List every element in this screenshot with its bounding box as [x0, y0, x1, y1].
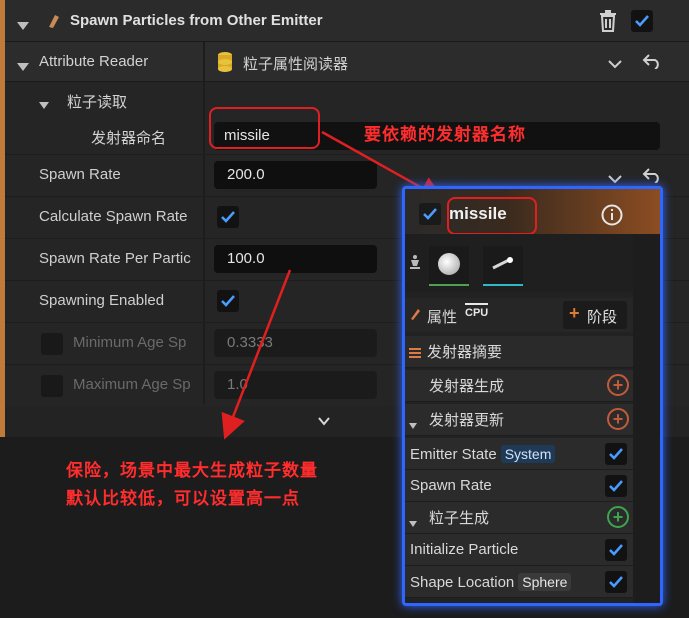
info-icon[interactable]: [601, 204, 623, 230]
plus-icon: +: [569, 303, 580, 323]
node-spawn-rate-label: Spawn Rate: [410, 477, 492, 494]
emitter-toolbar: 属性 CPU + 阶段: [405, 298, 633, 332]
emitter-node[interactable]: missile 属性 CPU + 阶段 发射器摘要 发射器生成 + 发射器更新 …: [402, 186, 663, 606]
initialize-particle-row[interactable]: Initialize Particle: [405, 534, 633, 566]
spawn-note-line2: 默认比较低，可以设置高一点: [66, 489, 300, 509]
emitter-state-label: Emitter State System: [410, 444, 556, 463]
particle-spawn-label: 粒子生成: [429, 510, 490, 527]
emitter-update-row[interactable]: 发射器更新 +: [405, 404, 633, 436]
spawn-note-line1: 保险，场景中最大生成粒子数量: [66, 461, 318, 481]
node-side-strip: [633, 234, 660, 603]
node-spawn-rate-row[interactable]: Spawn Rate: [405, 470, 633, 502]
list-icon: [409, 346, 421, 363]
particle-spawn-row[interactable]: 粒子生成 +: [405, 502, 633, 534]
renderer-icon: [409, 254, 421, 274]
add-module-icon[interactable]: +: [607, 374, 629, 396]
add-module-icon[interactable]: +: [607, 408, 629, 430]
ribbon-thumbnail[interactable]: [483, 246, 523, 286]
collapse-arrow-icon[interactable]: [409, 416, 417, 433]
ribbon-icon: [492, 257, 513, 270]
initialize-particle-checkbox[interactable]: [605, 539, 627, 561]
sphere-icon: [438, 253, 460, 275]
sprite-thumbnail[interactable]: [429, 246, 469, 286]
initialize-particle-label: Initialize Particle: [410, 541, 519, 558]
emitter-summary-label: 发射器摘要: [427, 344, 503, 361]
emitter-spawn-row[interactable]: 发射器生成 +: [405, 370, 633, 402]
emitter-name-annotation: 要依赖的发射器名称: [364, 125, 526, 145]
emitter-summary-row[interactable]: 发射器摘要: [405, 336, 633, 368]
emitter-update-label: 发射器更新: [429, 412, 505, 429]
emitter-state-checkbox[interactable]: [605, 443, 627, 465]
add-stage-button[interactable]: + 阶段: [563, 301, 627, 329]
stage-label: 阶段: [587, 309, 618, 326]
node-spawn-rate-checkbox[interactable]: [605, 475, 627, 497]
add-module-icon[interactable]: +: [607, 506, 629, 528]
collapse-arrow-icon[interactable]: [409, 514, 417, 531]
cpu-label: CPU: [465, 303, 489, 319]
highlight-emitter-title: [447, 197, 537, 235]
emitter-state-badge: System: [500, 444, 556, 463]
emitter-state-row[interactable]: Emitter State System: [405, 438, 633, 470]
shape-location-checkbox[interactable]: [605, 571, 627, 593]
pencil-icon: [409, 307, 421, 325]
attributes-label[interactable]: 属性: [427, 306, 457, 327]
emitter-spawn-label: 发射器生成: [429, 378, 505, 395]
emitter-thumbnails: [405, 234, 660, 292]
arrow-to-spawn-note: [221, 269, 292, 440]
shape-location-badge: Sphere: [518, 572, 572, 591]
shape-location-label: Shape Location Sphere: [410, 572, 572, 591]
emitter-enabled-checkbox[interactable]: [419, 203, 441, 225]
shape-location-row[interactable]: Shape Location Sphere: [405, 566, 633, 598]
